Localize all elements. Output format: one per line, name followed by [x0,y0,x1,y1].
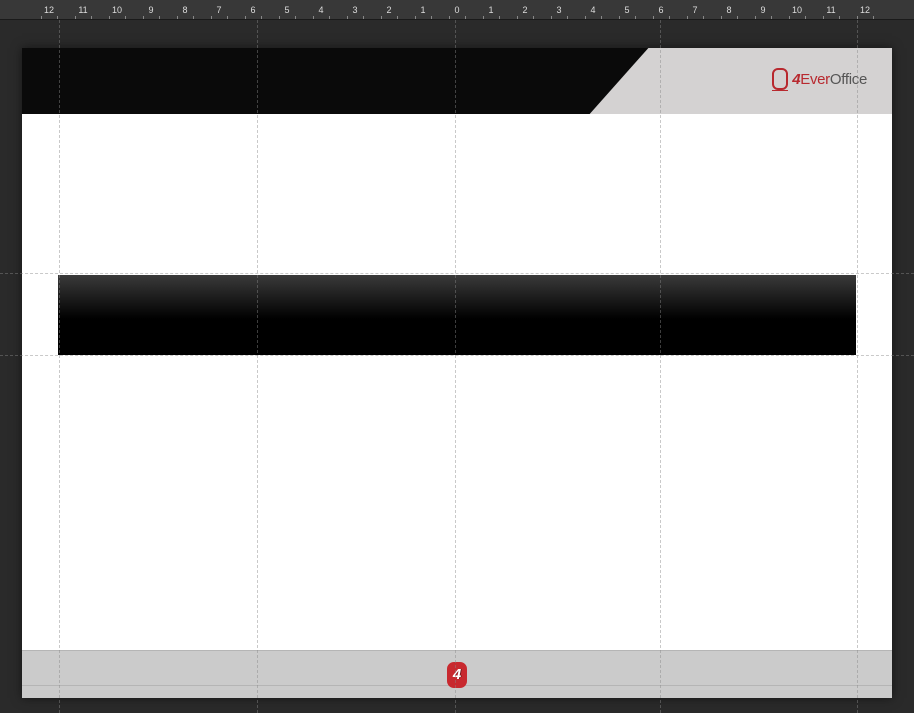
ruler-tick: 1 [406,0,440,20]
ruler-tick: 12 [848,0,882,20]
header-logo: 4EverOffice [772,68,867,90]
logo-ever: Ever [800,71,830,88]
ruler-tick: 0 [440,0,474,20]
presentation-slide[interactable]: 4EverOffice 4 [22,48,892,698]
logo-mark-icon [772,68,788,90]
ruler-tick: 4 [304,0,338,20]
slide-header-bar: 4EverOffice [22,48,892,114]
ruler-tick: 7 [202,0,236,20]
ruler-tick: 6 [236,0,270,20]
ruler-tick: 11 [814,0,848,20]
ruler-tick: 5 [270,0,304,20]
ruler-tick: 12 [32,0,66,20]
logo-text: 4EverOffice [792,71,867,88]
ruler-tick: 8 [712,0,746,20]
ruler-tick: 1 [474,0,508,20]
ruler-tick: 10 [100,0,134,20]
ruler-tick: 3 [542,0,576,20]
ruler-tick: 8 [168,0,202,20]
logo-office: Office [830,71,867,88]
title-content-bar[interactable] [58,275,856,355]
ruler-tick: 2 [372,0,406,20]
footer-logo-icon: 4 [447,662,467,688]
ruler-tick: 6 [644,0,678,20]
ruler-tick: 9 [134,0,168,20]
slide-canvas[interactable]: 4EverOffice 4 [0,20,914,713]
ruler-tick: 2 [508,0,542,20]
ruler-tick: 11 [66,0,100,20]
ruler-tick: 3 [338,0,372,20]
slide-footer-bar: 4 [22,650,892,698]
footer-logo-four: 4 [453,666,461,683]
ruler-horizontal[interactable]: 1211109876543210123456789101112 [0,0,914,20]
ruler-tick: 7 [678,0,712,20]
ruler-tick: 4 [576,0,610,20]
ruler-tick: 9 [746,0,780,20]
header-black-shape [22,48,675,114]
ruler-tick: 10 [780,0,814,20]
ruler-tick: 5 [610,0,644,20]
